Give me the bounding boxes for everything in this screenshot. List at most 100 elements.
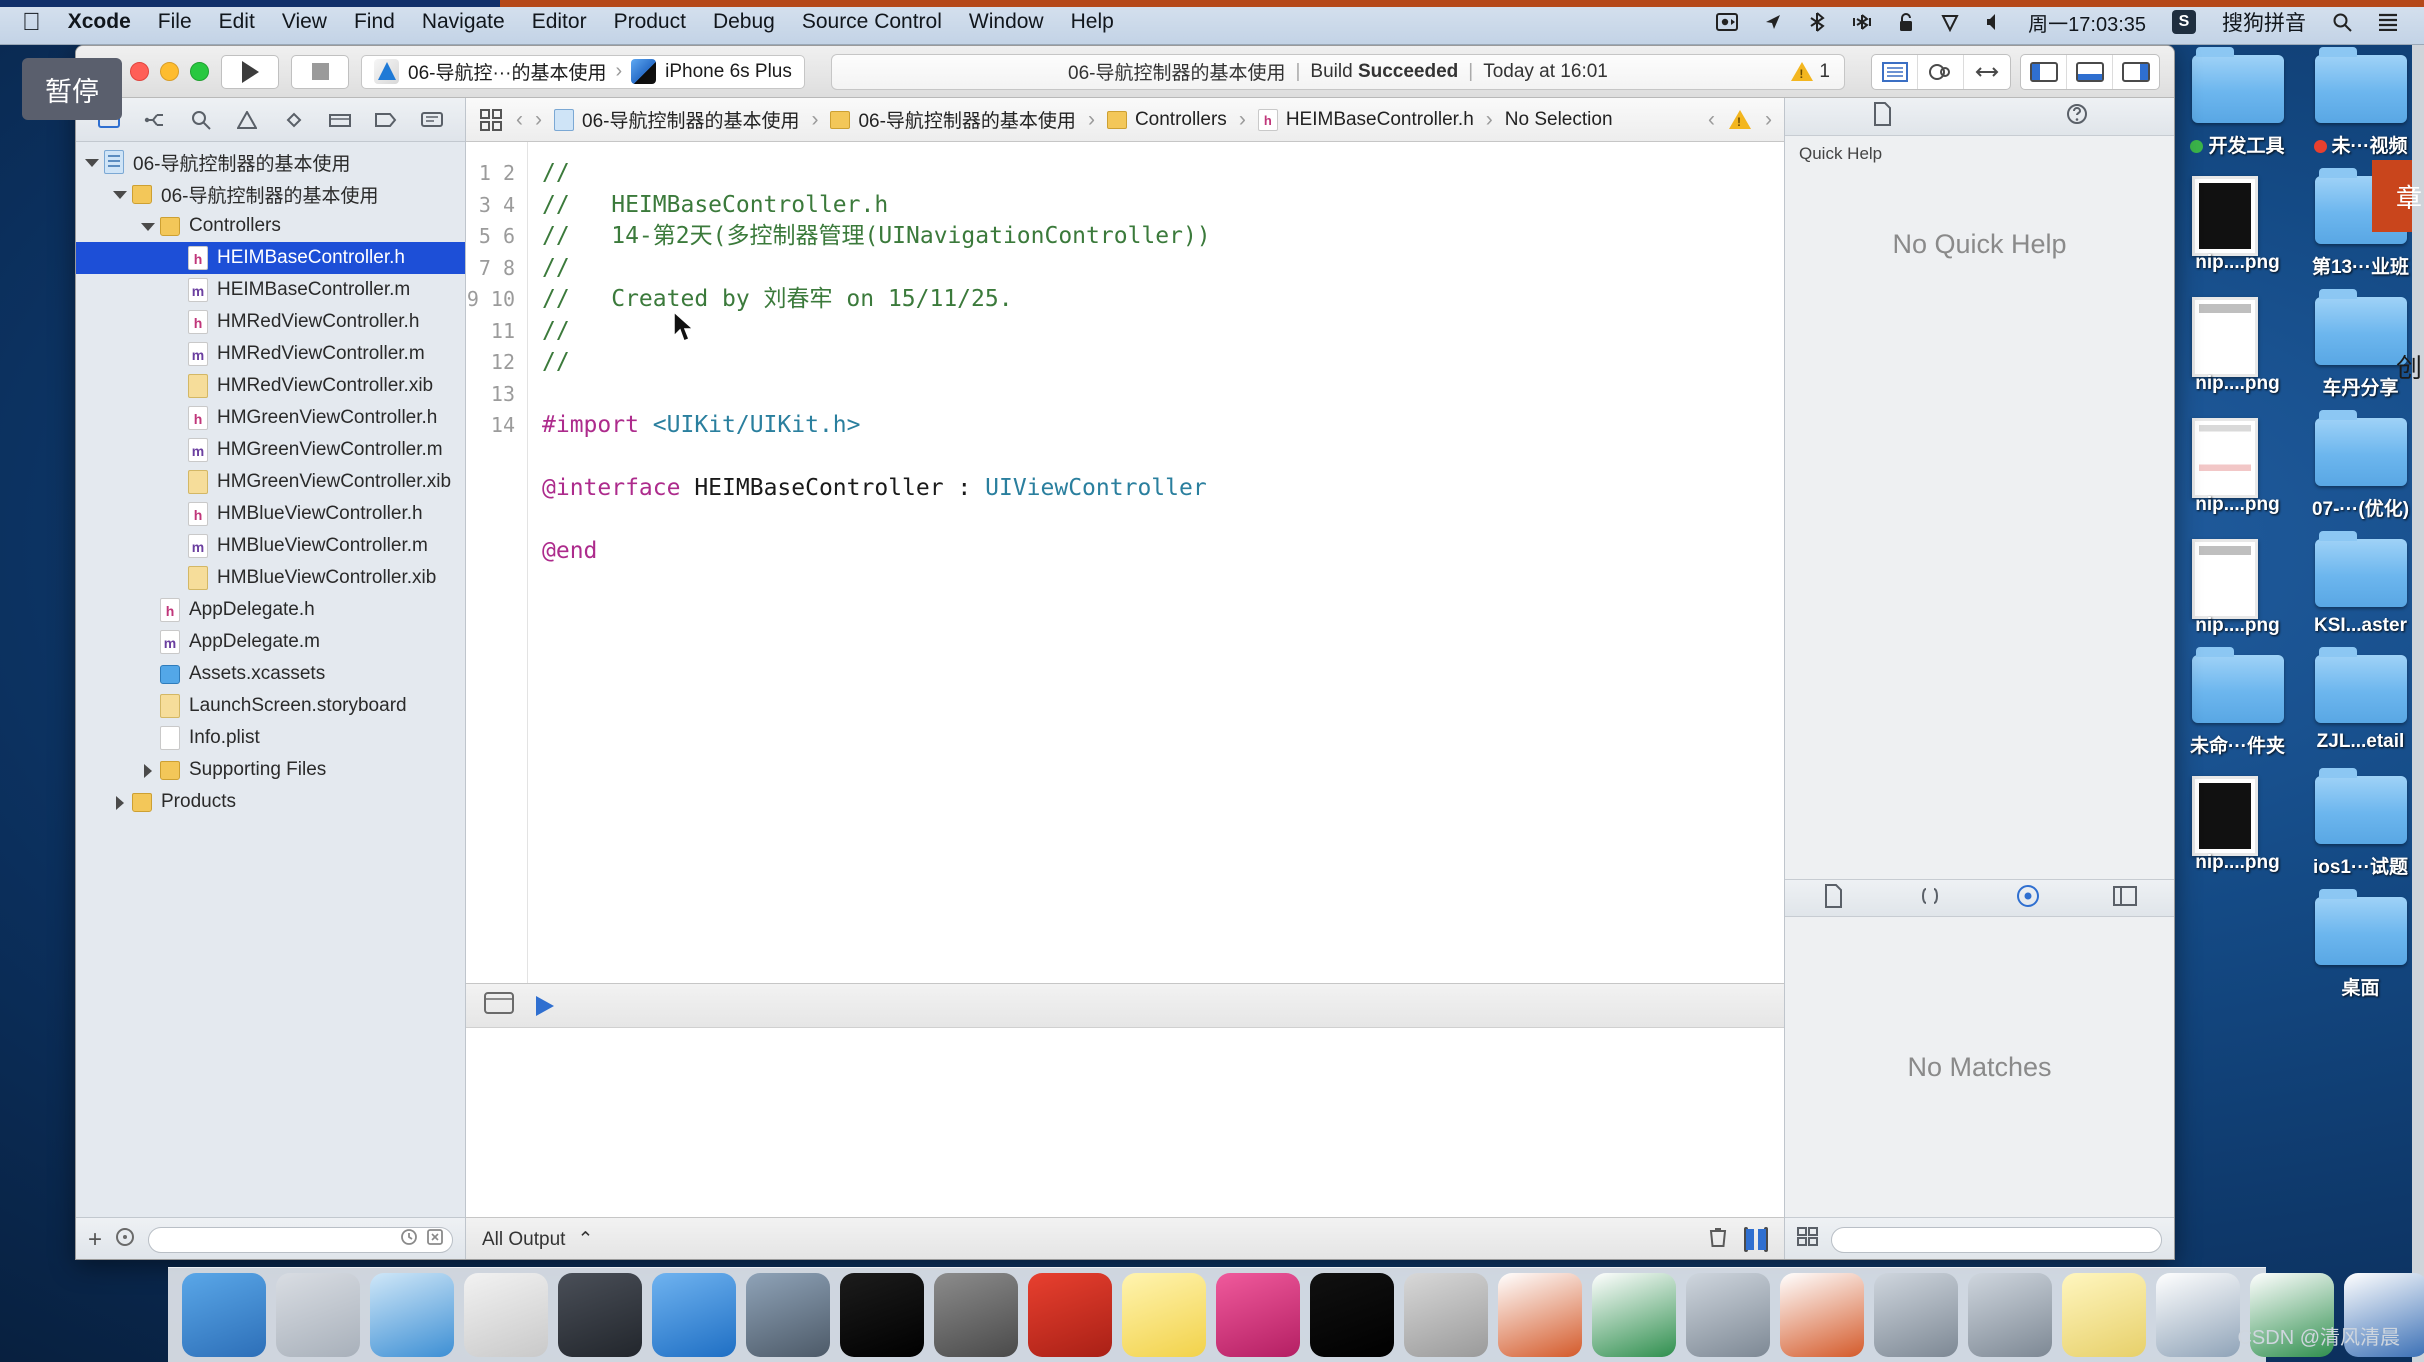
file-tree-row[interactable]: HMBlueViewController.xib <box>76 562 465 594</box>
code-line[interactable]: // <box>542 316 1784 348</box>
code-line[interactable]: @end <box>542 536 1784 568</box>
menu-bar-clock[interactable]: 周一17:03:35 <box>2028 8 2146 37</box>
file-tree-row[interactable]: LaunchScreen.storyboard <box>76 690 465 722</box>
console-full-icon[interactable] <box>1764 1226 1768 1252</box>
code-line[interactable]: // 14-第2天(多控制器管理(UINavigationController)… <box>542 221 1784 253</box>
menu-item-xcode[interactable]: Xcode <box>68 10 131 34</box>
go-back-button[interactable]: ‹ <box>516 108 523 132</box>
breadcrumb-group[interactable]: 06-导航控制器的基本使用 <box>830 106 1076 133</box>
desktop-icon[interactable]: ZJL...etail <box>2303 647 2418 758</box>
file-tree-row[interactable]: h AppDelegate.h <box>76 594 465 626</box>
desktop-icon[interactable]: 07-···(优化) <box>2303 410 2418 521</box>
screen-record-icon[interactable] <box>1716 13 1739 31</box>
disclosure-triangle-icon[interactable] <box>140 763 155 778</box>
go-forward-button[interactable]: › <box>535 108 542 132</box>
console-filter-label[interactable]: All Output <box>482 1229 565 1251</box>
dock-item-folder-docs[interactable] <box>1404 1273 1488 1357</box>
dock-item-safari[interactable] <box>370 1273 454 1357</box>
status-warning-chip[interactable]: 1 <box>1791 61 1830 83</box>
symbol-navigator-icon[interactable] <box>142 109 168 131</box>
file-tree-row[interactable]: 06-导航控制器的基本使用 <box>76 178 465 210</box>
bluetooth-icon[interactable] <box>1808 12 1826 32</box>
assistant-editor-icon[interactable] <box>1918 54 1964 89</box>
code-line[interactable] <box>542 442 1784 474</box>
breadcrumb-file[interactable]: h HEIMBaseController.h <box>1257 108 1474 131</box>
close-window-button[interactable] <box>130 62 149 81</box>
object-library-icon[interactable] <box>2016 884 2040 913</box>
next-issue-button[interactable]: › <box>1765 108 1772 132</box>
airdrop-icon[interactable] <box>1852 13 1872 31</box>
file-tree-row[interactable]: Info.plist <box>76 722 465 754</box>
file-tree-row[interactable]: h HMBlueViewController.h <box>76 498 465 530</box>
dock-item-display-1[interactable] <box>1686 1273 1770 1357</box>
library-search-input[interactable] <box>1831 1226 2162 1253</box>
library-search-text-input[interactable] <box>1840 1230 2153 1249</box>
dock-item-xcode[interactable] <box>652 1273 736 1357</box>
file-tree-row[interactable]: Products <box>76 786 465 818</box>
breadcrumb-selection[interactable]: No Selection <box>1505 109 1613 131</box>
desktop-icon[interactable]: nip....png <box>2180 297 2295 400</box>
filter-text-input[interactable] <box>157 1230 392 1249</box>
project-file-tree[interactable]: 06-导航控制器的基本使用 06-导航控制器的基本使用 Controllers h HE… <box>76 142 465 1217</box>
dock-item-display-2[interactable] <box>1874 1273 1958 1357</box>
breadcrumb-controllers[interactable]: Controllers <box>1106 109 1227 131</box>
dock-item-screenflow[interactable] <box>558 1273 642 1357</box>
file-tree-row[interactable]: m HMRedViewController.m <box>76 338 465 370</box>
file-tree-row[interactable]: Supporting Files <box>76 754 465 786</box>
step-over-icon[interactable] <box>536 995 554 1016</box>
desktop-icon[interactable]: 未···视频 <box>2303 47 2418 158</box>
menu-item-view[interactable]: View <box>282 10 327 34</box>
file-tree-row[interactable]: HMRedViewController.xib <box>76 370 465 402</box>
desktop-icon[interactable]: ios1···试题 <box>2303 768 2418 879</box>
menu-item-source-control[interactable]: Source Control <box>802 10 942 34</box>
trash-icon[interactable] <box>1708 1226 1728 1254</box>
navigator-tab-bar[interactable] <box>76 98 465 142</box>
dock-item-executable[interactable] <box>1310 1273 1394 1357</box>
apple-logo-icon[interactable]:  <box>22 9 41 35</box>
dock-item-xmind[interactable] <box>1028 1273 1112 1357</box>
disclosure-triangle-icon[interactable] <box>84 155 99 170</box>
disclosure-triangle-icon[interactable] <box>112 795 127 810</box>
volume-icon[interactable] <box>1986 13 2002 31</box>
console-split-icon[interactable] <box>1744 1226 1748 1252</box>
breakpoint-navigator-icon[interactable] <box>373 109 399 131</box>
file-tree-row[interactable]: h HMRedViewController.h <box>76 306 465 338</box>
menu-item-debug[interactable]: Debug <box>713 10 775 34</box>
menu-item-navigate[interactable]: Navigate <box>422 10 505 34</box>
code-line[interactable]: // <box>542 158 1784 190</box>
dock-item-launchpad[interactable] <box>276 1273 360 1357</box>
code-line[interactable] <box>542 379 1784 411</box>
previous-issue-button[interactable]: ‹ <box>1708 108 1715 132</box>
debug-area-toggle-icon[interactable] <box>2067 54 2113 89</box>
code-line[interactable]: // <box>542 253 1784 285</box>
menu-item-file[interactable]: File <box>158 10 192 34</box>
code-line[interactable]: #import <UIKit/UIKit.h> <box>542 410 1784 442</box>
desktop-icon[interactable]: nip....png <box>2180 539 2295 637</box>
disclosure-triangle-icon[interactable] <box>140 219 155 234</box>
desktop-icon[interactable]: 桌面 <box>2303 889 2418 1000</box>
quick-help-icon[interactable] <box>2066 103 2088 130</box>
editor-mode-segment[interactable] <box>1871 53 2011 90</box>
dock-item-terminal[interactable] <box>840 1273 924 1357</box>
disclosure-triangle-icon[interactable] <box>112 187 127 202</box>
dock-item-simulator[interactable] <box>746 1273 830 1357</box>
library-tab-bar[interactable] <box>1785 879 2174 917</box>
minimize-window-button[interactable] <box>160 62 179 81</box>
filter-input[interactable] <box>148 1226 453 1253</box>
source-code-text[interactable]: // // HEIMBaseController.h // 14-第2天(多控制器管… <box>528 142 1784 983</box>
zoom-window-button[interactable] <box>190 62 209 81</box>
file-tree-row[interactable]: m HEIMBaseController.m <box>76 274 465 306</box>
desktop-icon[interactable]: 未命···件夹 <box>2180 647 2295 758</box>
desktop-icon[interactable]: nip....png <box>2180 176 2295 279</box>
code-line[interactable] <box>542 505 1784 537</box>
test-navigator-icon[interactable] <box>281 109 307 131</box>
input-method-badge[interactable]: S <box>2172 10 2196 34</box>
desktop-icon[interactable]: nip....png <box>2180 776 2295 879</box>
menu-item-help[interactable]: Help <box>1071 10 1114 34</box>
add-file-button[interactable]: + <box>88 1226 102 1254</box>
dock-item-chart-doc[interactable] <box>2156 1273 2240 1357</box>
dock-item-finder[interactable] <box>182 1273 266 1357</box>
desktop-icon[interactable]: KSI...aster <box>2303 531 2418 637</box>
debug-navigator-icon[interactable] <box>327 109 353 131</box>
file-tree-row[interactable]: Controllers <box>76 210 465 242</box>
